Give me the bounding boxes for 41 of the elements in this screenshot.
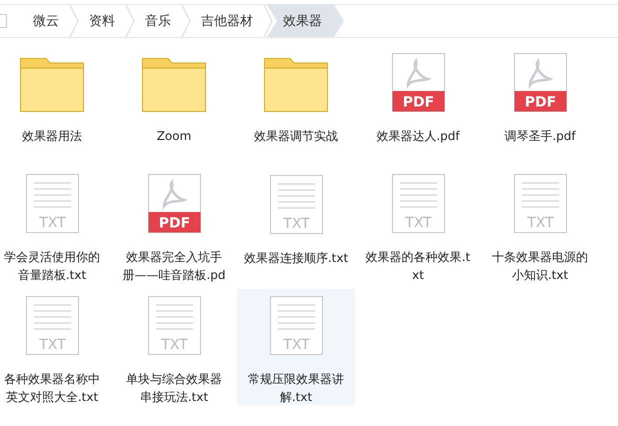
file-item[interactable]: TXT 十条效果器电源的小知识.txt [481, 167, 599, 283]
text-file-icon: TXT [270, 296, 322, 355]
file-item[interactable]: TXT 学会灵活使用你的音量踏板.txt [0, 167, 111, 283]
file-item[interactable]: PDF 调琴圣手.pdf [481, 45, 599, 161]
file-name: 十条效果器电源的小知识.txt [491, 249, 589, 284]
file-name: 学会灵活使用你的音量踏板.txt [3, 249, 101, 284]
file-name: 调琴圣手.pdf [503, 128, 577, 145]
file-item[interactable]: TXT 效果器连接顺序.txt [237, 167, 355, 283]
file-item[interactable]: PDF 效果器完全入坑手册——哇音踏板.pd [115, 167, 233, 283]
text-file-icon: TXT [270, 175, 322, 234]
file-name: 各种效果器名称中英文对照大全.txt [3, 371, 101, 406]
file-item[interactable]: TXT 各种效果器名称中英文对照大全.txt [0, 289, 111, 405]
file-item[interactable]: TXT 效果器的各种效果.txt [359, 167, 477, 283]
file-item[interactable]: Zoom [115, 45, 233, 161]
breadcrumb-item[interactable]: 效果器 [267, 5, 344, 37]
text-file-icon: TXT [392, 174, 444, 233]
file-item[interactable]: PDF 效果器达人.pdf [359, 45, 477, 161]
file-item[interactable]: TXT 单块与综合效果器串接玩法.txt [115, 289, 233, 405]
file-item[interactable]: TXT 常规压限效果器讲解.txt [237, 289, 355, 405]
file-name: Zoom [156, 128, 192, 145]
file-name: 效果器达人.pdf [375, 128, 461, 145]
text-file-icon: TXT [26, 174, 78, 233]
folder-icon [142, 58, 206, 112]
toolbar-button[interactable] [0, 14, 7, 28]
file-name: 效果器完全入坑手册——哇音踏板.pd [121, 249, 227, 284]
pdf-file-icon: PDF [392, 53, 444, 112]
file-name: 单块与综合效果器串接玩法.txt [125, 371, 223, 406]
text-file-icon: TXT [26, 296, 78, 355]
file-name: 效果器连接顺序.txt [243, 250, 349, 267]
folder-icon [264, 58, 328, 112]
text-file-icon: TXT [148, 296, 200, 355]
text-file-icon: TXT [514, 174, 566, 233]
pdf-file-icon: PDF [148, 174, 200, 233]
file-name: 效果器的各种效果.txt [365, 249, 471, 284]
folder-icon [20, 58, 84, 112]
file-item[interactable]: 效果器调节实战 [237, 45, 355, 161]
file-name: 效果器用法 [21, 128, 83, 145]
file-name: 常规压限效果器讲解.txt [247, 371, 345, 406]
pdf-file-icon: PDF [514, 53, 566, 112]
file-item[interactable]: 效果器用法 [0, 45, 111, 161]
file-name: 效果器调节实战 [253, 128, 339, 145]
